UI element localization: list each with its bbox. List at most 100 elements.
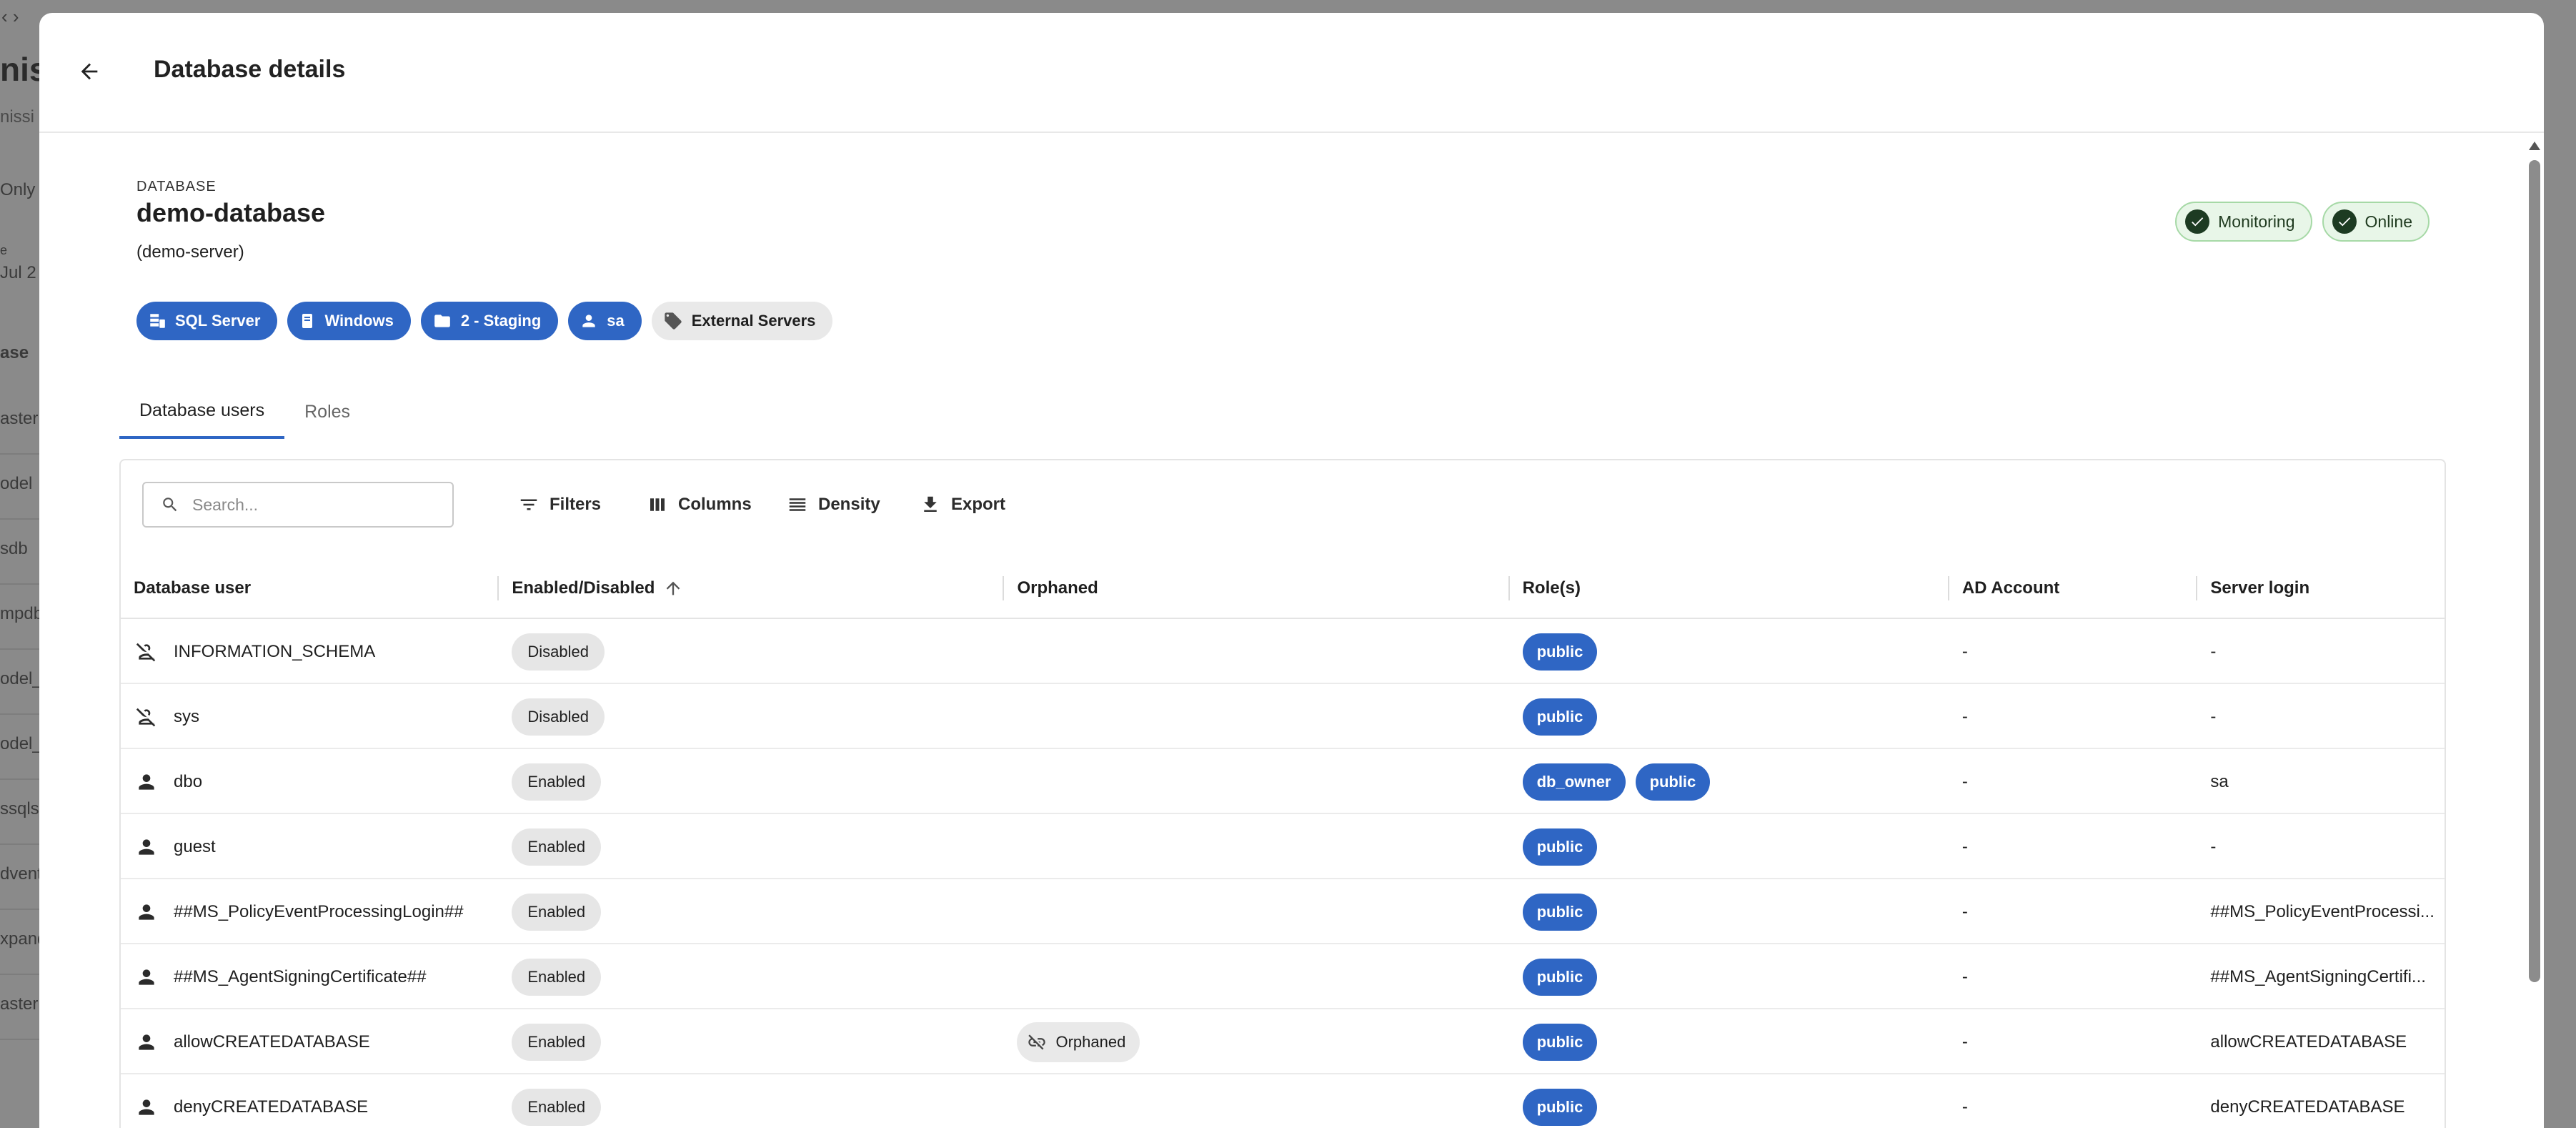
arrow-upward-icon[interactable] (663, 578, 683, 598)
tab-roles[interactable]: Roles (284, 385, 370, 439)
tag-sql-server[interactable]: SQL Server (136, 302, 278, 340)
person-icon (139, 904, 154, 920)
cell-server-login: allowCREATEDATABASE (2197, 1009, 2445, 1074)
background-row: odel_ (0, 734, 42, 753)
filters-button[interactable]: Filters (518, 483, 601, 526)
cell-database-user: ##MS_PolicyEventProcessingLogin## (121, 879, 499, 944)
breadcrumb-fragment: ‹ › (1, 6, 19, 27)
view-column-icon (650, 498, 665, 511)
person-icon (139, 1034, 154, 1050)
status-label: Online (2364, 212, 2412, 231)
database-user-name: ##MS_PolicyEventProcessingLogin## (174, 901, 464, 921)
database-user-name: allowCREATEDATABASE (174, 1031, 370, 1052)
density-label: Density (818, 495, 880, 514)
background-row: odel (0, 474, 33, 493)
state-chip: Enabled (512, 763, 602, 801)
cell-roles: public (1510, 1074, 1949, 1128)
role-chip[interactable]: public (1635, 763, 1711, 801)
role-chip[interactable]: public (1522, 893, 1598, 931)
server-login-value: allowCREATEDATABASE (2210, 1032, 2407, 1052)
column-header-roles[interactable]: Role(s) (1510, 558, 1949, 619)
cell-database-user: INFORMATION_SCHEMA (121, 619, 499, 684)
cell-orphaned (1004, 1074, 1509, 1128)
tag-external-servers[interactable]: External Servers (651, 302, 833, 340)
tab-database-users[interactable]: Database users (119, 385, 285, 439)
cell-roles: public (1510, 1009, 1949, 1074)
cell-orphaned (1004, 879, 1509, 944)
cell-roles: public (1510, 944, 1949, 1009)
table-row[interactable]: denyCREATEDATABASE Enabled public - deny… (121, 1074, 2445, 1128)
cell-orphaned (1004, 619, 1509, 684)
columns-label: Columns (678, 495, 752, 514)
database-details-dialog: Database details DATABASE demo-database … (39, 13, 2544, 1128)
density-button[interactable]: Density (787, 483, 880, 526)
cell-roles: db_owner public (1510, 749, 1949, 814)
link-off-icon (1028, 1034, 1046, 1049)
role-chip[interactable]: public (1522, 828, 1598, 866)
column-header-enabled-disabled[interactable]: Enabled/Disabled (499, 558, 1005, 619)
server-login-value: denyCREATEDATABASE (2210, 1097, 2405, 1117)
tag-windows[interactable]: Windows (287, 302, 411, 340)
scrollbar[interactable] (2527, 136, 2542, 1128)
person-icon (139, 838, 154, 855)
table-row[interactable]: allowCREATEDATABASE Enabled Orphaned pub… (121, 1009, 2445, 1074)
column-header-server-login[interactable]: Server login (2197, 558, 2445, 619)
filter-list-icon (520, 499, 537, 510)
cell-roles: public (1510, 814, 1949, 879)
table-row[interactable]: ##MS_AgentSigningCertificate## Enabled p… (121, 944, 2445, 1009)
windows-server-icon (302, 314, 313, 328)
search-icon (163, 498, 177, 512)
search-input[interactable] (192, 495, 421, 515)
cell-enabled-disabled: Enabled (499, 879, 1004, 944)
cell-enabled-disabled: Enabled (499, 814, 1004, 879)
column-header-ad-account[interactable]: AD Account (1949, 558, 2198, 619)
cell-orphaned: Orphaned (1004, 1009, 1509, 1074)
role-chip[interactable]: db_owner (1522, 763, 1626, 801)
database-label: DATABASE (136, 179, 217, 194)
state-chip: Enabled (512, 958, 602, 996)
role-chip[interactable]: public (1522, 958, 1598, 996)
cell-database-user: dbo (121, 749, 499, 814)
columns-button[interactable]: Columns (647, 483, 752, 526)
background-row-divider (0, 843, 40, 845)
role-chip[interactable]: public (1522, 698, 1598, 736)
cell-orphaned (1004, 684, 1509, 749)
back-button[interactable] (68, 50, 111, 93)
background-column: ase (0, 343, 29, 362)
cell-database-user: allowCREATEDATABASE (121, 1009, 499, 1074)
background-subtitle: nissi (0, 107, 35, 127)
background-row-divider (0, 909, 40, 910)
person-icon (139, 1099, 154, 1115)
background-date: Jul 2 (0, 263, 36, 282)
server-login-value: - (2210, 707, 2217, 726)
background-filter: Only (0, 180, 36, 199)
column-header-database-user[interactable]: Database user (121, 558, 499, 619)
table-row[interactable]: guest Enabled public - - (121, 814, 2445, 879)
role-chip[interactable]: public (1522, 633, 1598, 671)
export-button[interactable]: Export (920, 483, 1005, 526)
scroll-up-arrow-icon[interactable] (2529, 142, 2540, 150)
cell-server-login: - (2197, 814, 2445, 879)
table-row[interactable]: sys Disabled public - - (121, 684, 2445, 749)
download-icon (924, 496, 937, 512)
role-chip[interactable]: public (1522, 1023, 1598, 1061)
role-chip[interactable]: public (1522, 1088, 1598, 1126)
background-row: dvent (0, 864, 42, 884)
background-row: sdb (0, 539, 28, 558)
density-icon (789, 498, 806, 511)
cell-ad-account: - (1949, 814, 2198, 879)
state-chip: Enabled (512, 828, 602, 866)
table-row[interactable]: INFORMATION_SCHEMA Disabled public - - (121, 619, 2445, 684)
tag-environment[interactable]: 2 - Staging (420, 302, 559, 340)
scrollbar-thumb[interactable] (2529, 160, 2540, 982)
tag-owner[interactable]: sa (568, 302, 642, 340)
table-row[interactable]: dbo Enabled db_owner public - sa (121, 749, 2445, 814)
table-row[interactable]: ##MS_PolicyEventProcessingLogin## Enable… (121, 879, 2445, 944)
server-login-value: sa (2210, 772, 2229, 791)
tag-label: External Servers (691, 312, 816, 330)
check-circle-icon (2185, 209, 2210, 234)
tag-label: sa (607, 312, 625, 330)
column-header-orphaned[interactable]: Orphaned (1004, 558, 1510, 619)
cell-server-login: - (2197, 619, 2445, 684)
state-chip: Enabled (512, 1023, 602, 1061)
